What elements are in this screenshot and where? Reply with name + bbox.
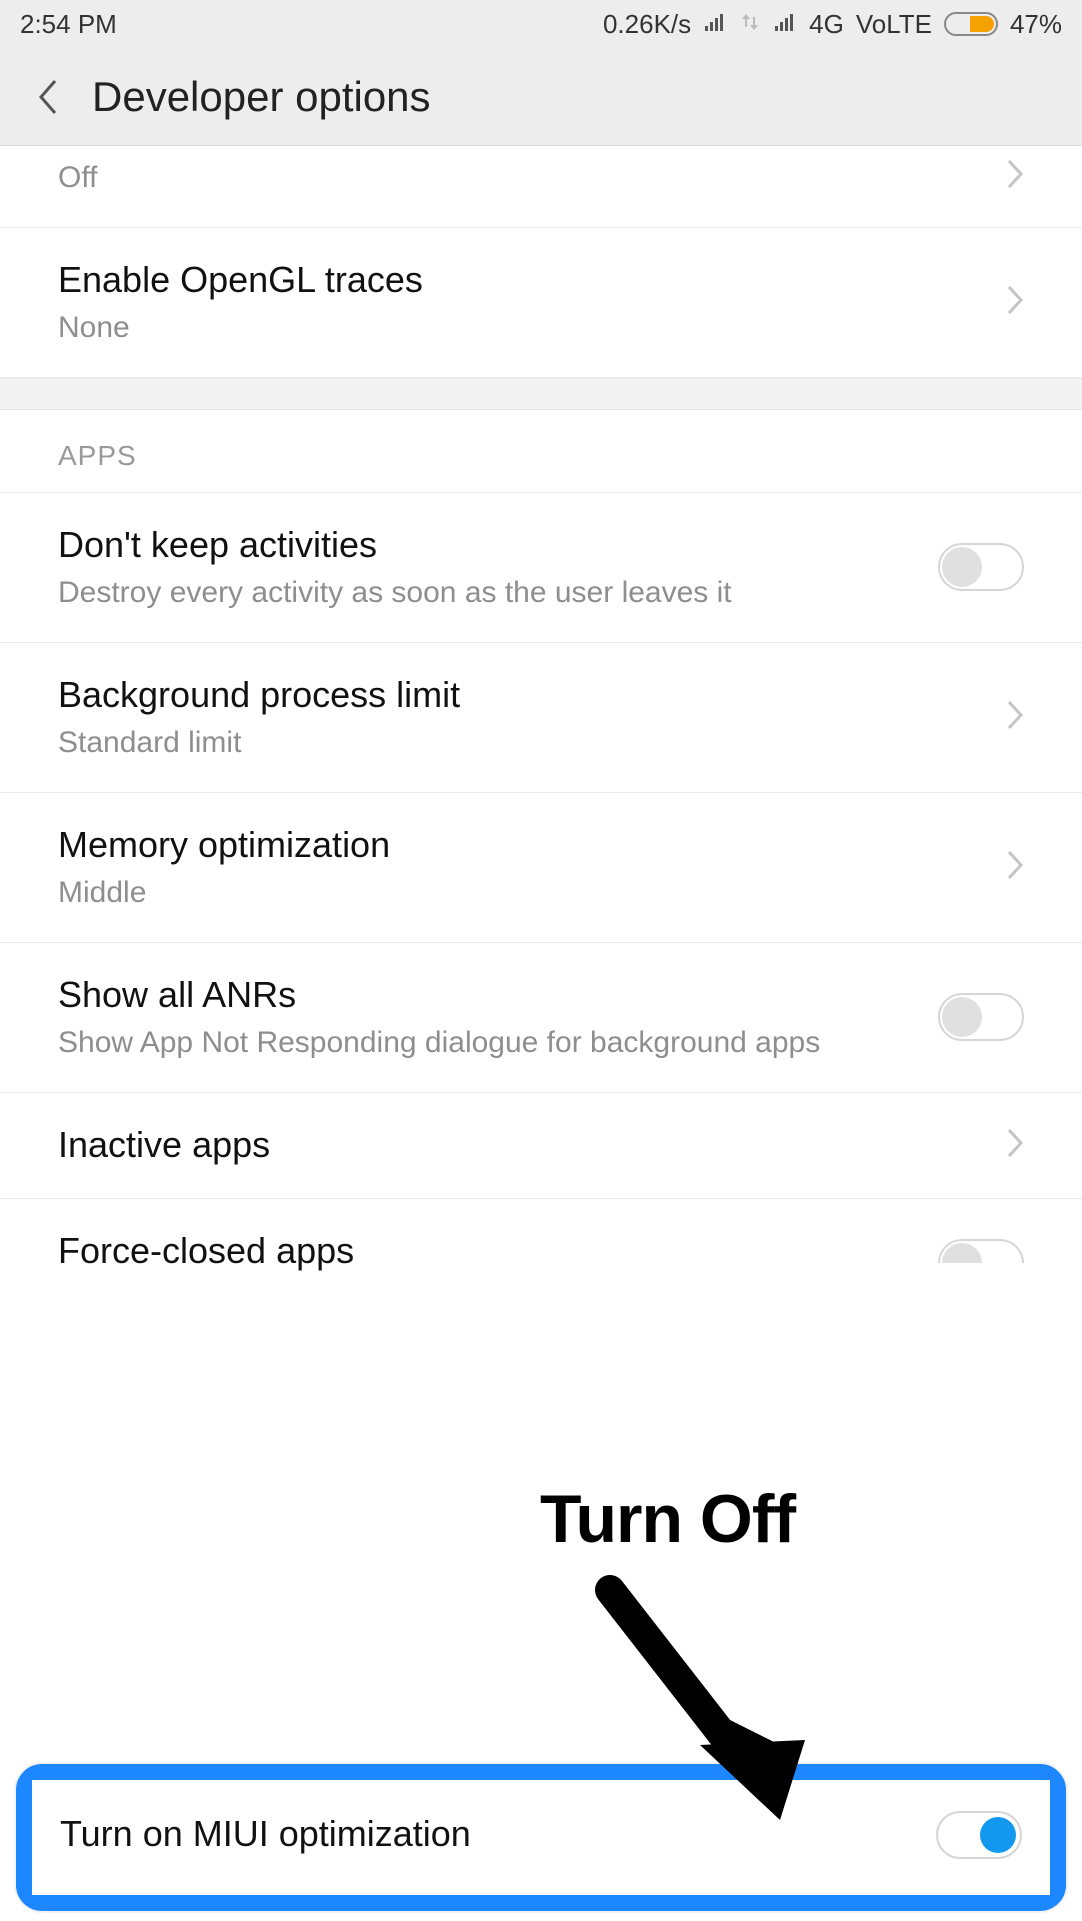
row-sub: Standard limit: [58, 723, 986, 764]
toggle-dont-keep-activities[interactable]: [938, 543, 1024, 591]
chevron-right-icon: [1006, 285, 1024, 320]
status-bar: 2:54 PM 0.26K/s 4G VoLTE 47%: [0, 0, 1082, 48]
chevron-right-icon: [1006, 700, 1024, 735]
row-memory-optimization[interactable]: Memory optimization Middle: [0, 793, 1082, 943]
status-volte: VoLTE: [856, 9, 932, 40]
status-right: 0.26K/s 4G VoLTE 47%: [603, 9, 1062, 40]
row-title: Inactive apps: [58, 1121, 986, 1170]
back-button[interactable]: [24, 73, 72, 121]
annotation-label: Turn Off: [540, 1480, 795, 1558]
signal-icon-2: [773, 9, 797, 40]
status-battery-pct: 47%: [1010, 9, 1062, 40]
chevron-left-icon: [37, 79, 59, 115]
chevron-right-icon: [1006, 850, 1024, 885]
row-title: Don't keep activities: [58, 521, 918, 570]
header: Developer options: [0, 48, 1082, 146]
annotation-highlight-box: Turn on MIUI optimization: [16, 1764, 1066, 1911]
toggle-force-closed-apps[interactable]: [938, 1239, 1024, 1263]
row-inactive-apps[interactable]: Inactive apps: [0, 1093, 1082, 1199]
section-divider: [0, 378, 1082, 410]
row-dont-keep-activities[interactable]: Don't keep activities Destroy every acti…: [0, 493, 1082, 643]
toggle-knob: [942, 1243, 982, 1263]
row-title: Background process limit: [58, 671, 986, 720]
row-title: Show all ANRs: [58, 971, 918, 1020]
chevron-right-icon: [1006, 159, 1024, 194]
page-title: Developer options: [92, 73, 431, 121]
status-time: 2:54 PM: [20, 9, 117, 40]
toggle-knob: [942, 547, 982, 587]
toggle-knob: [980, 1817, 1016, 1853]
row-opengl-traces[interactable]: Enable OpenGL traces None: [0, 228, 1082, 378]
battery-icon: [944, 12, 998, 36]
row-title: Enable OpenGL traces: [58, 256, 986, 305]
row-bg-process-limit[interactable]: Background process limit Standard limit: [0, 643, 1082, 793]
section-header-apps: APPS: [0, 410, 1082, 493]
row-sub: Show App Not Responding dialogue for bac…: [58, 1023, 918, 1064]
chevron-right-icon: [1006, 1128, 1024, 1163]
row-sub: Destroy every activity as soon as the us…: [58, 573, 918, 614]
toggle-miui-optimization[interactable]: [936, 1811, 1022, 1859]
toggle-show-all-anrs[interactable]: [938, 993, 1024, 1041]
signal-icon-1: [703, 9, 727, 40]
row-sub: Off: [58, 158, 986, 199]
row-partial-previous[interactable]: Off: [0, 146, 1082, 228]
row-sub: None: [58, 308, 986, 349]
row-show-all-anrs[interactable]: Show all ANRs Show App Not Responding di…: [0, 943, 1082, 1093]
row-miui-optimization[interactable]: Turn on MIUI optimization: [32, 1780, 1050, 1895]
row-title: Turn on MIUI optimization: [60, 1810, 916, 1859]
row-sub: Middle: [58, 873, 986, 914]
row-force-closed-apps[interactable]: Force-closed apps: [0, 1199, 1082, 1336]
data-arrows-icon: [739, 9, 761, 40]
row-title: Memory optimization: [58, 821, 986, 870]
status-net-speed: 0.26K/s: [603, 9, 691, 40]
toggle-knob: [942, 997, 982, 1037]
settings-list: Off Enable OpenGL traces None APPS Don't…: [0, 146, 1082, 1335]
status-network: 4G: [809, 9, 844, 40]
row-title: Force-closed apps: [58, 1227, 918, 1276]
